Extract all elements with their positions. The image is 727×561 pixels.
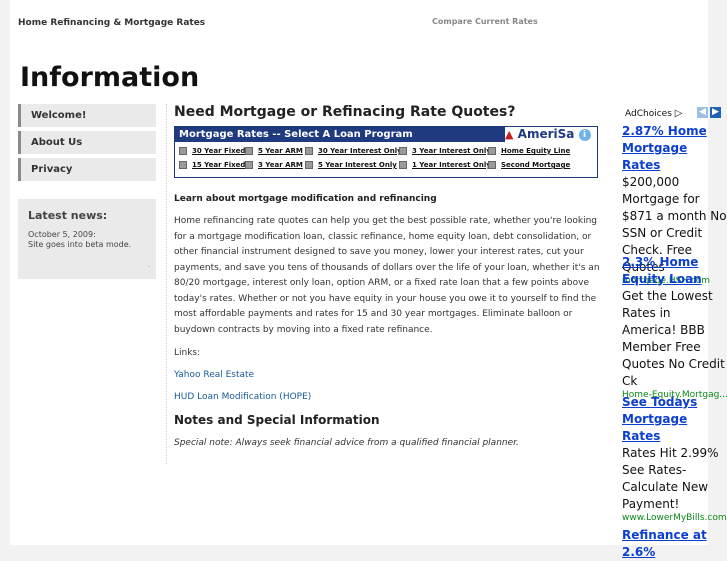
hud-loan-modification-link[interactable]: HUD Loan Modification (HOPE)	[174, 392, 600, 402]
compare-rates-link[interactable]: Compare Current Rates	[432, 17, 538, 26]
adchoices-icon: ▷	[674, 108, 683, 119]
loan-link-home-equity-line[interactable]: Home Equity Line	[488, 147, 570, 155]
ad-info-icon[interactable]: i	[578, 128, 591, 141]
divider	[166, 104, 167, 464]
nav-item-about-us[interactable]: About Us	[18, 131, 156, 154]
links-label: Links:	[174, 348, 201, 358]
loan-link-30-year-interest-only[interactable]: 30 Year Interest Only	[305, 147, 402, 155]
ad-title[interactable]: 2.3% Home Equity Loan	[622, 254, 727, 288]
loan-link-label: 5 Year ARM	[258, 147, 303, 155]
news-heading: Latest news:	[28, 209, 108, 222]
nav-item-welcome[interactable]: Welcome!	[18, 104, 156, 127]
page: Home Refinancing & Mortgage Rates Compar…	[10, 0, 708, 545]
loan-link-3-year-arm[interactable]: 3 Year ARM	[245, 161, 303, 169]
main-heading: Need Mortgage or Refinacing Rate Quotes?	[174, 104, 516, 120]
loan-row-1: 30 Year Fixed 5 Year ARM 30 Year Interes…	[175, 146, 597, 160]
bullet-icon	[179, 161, 187, 169]
sidebar-nav: Welcome! About Us Privacy	[18, 104, 156, 185]
ad-item[interactable]: Refinance at 2.6%	[622, 527, 727, 561]
ad-body: Rates Hit 2.99% See Rates- Calculate New…	[622, 446, 719, 511]
loan-link-label: 30 Year Fixed	[192, 147, 246, 155]
ad-body: Get the Lowest Rates in America! BBB Mem…	[622, 289, 725, 388]
loan-link-5-year-arm[interactable]: 5 Year ARM	[245, 147, 303, 155]
ad-next-arrow-icon[interactable]: ▶	[710, 107, 721, 118]
latest-news-box: Latest news: October 5, 2009: Site goes …	[18, 199, 156, 279]
bullet-icon	[488, 161, 496, 169]
bullet-icon	[245, 161, 253, 169]
loan-link-5-year-interest-only[interactable]: 5 Year Interest Only	[305, 161, 397, 169]
ad-url[interactable]: www.LowerMyBills.com	[622, 513, 727, 523]
special-note: Special note: Always seek financial advi…	[174, 438, 519, 448]
ad-title[interactable]: 2.87% Home Mortgage Rates	[622, 123, 727, 174]
loan-link-label: 1 Year Interest Only	[412, 161, 491, 169]
loan-link-3-year-interest-only[interactable]: 3 Year Interest Only	[399, 147, 491, 155]
loan-link-label: 15 Year Fixed	[192, 161, 246, 169]
ad-item[interactable]: 2.3% Home Equity Loan Get the Lowest Rat…	[622, 254, 727, 400]
loan-widget-header: Mortgage Rates -- Select A Loan Program …	[175, 127, 597, 142]
section-subheading: Learn about mortgage modification and re…	[174, 194, 437, 204]
loan-link-label: 30 Year Interest Only	[318, 147, 402, 155]
bullet-icon	[179, 147, 187, 155]
loan-link-label: 3 Year ARM	[258, 161, 303, 169]
bullet-icon	[245, 147, 253, 155]
intro-paragraph: Home refinancing rate quotes can help yo…	[174, 216, 600, 335]
loan-link-15-year-fixed[interactable]: 15 Year Fixed	[179, 161, 245, 169]
page-title: Information	[20, 62, 200, 93]
brand-text: AmeriSa	[517, 127, 575, 141]
news-date: October 5, 2009:	[28, 230, 96, 239]
nav-item-privacy[interactable]: Privacy	[18, 158, 156, 181]
loan-link-label: 5 Year Interest Only	[318, 161, 397, 169]
loan-link-30-year-fixed[interactable]: 30 Year Fixed	[179, 147, 245, 155]
loan-program-widget: Mortgage Rates -- Select A Loan Program …	[174, 126, 598, 178]
amerisave-logo[interactable]: ▲ AmeriSa i	[505, 127, 597, 142]
loan-widget-title: Mortgage Rates -- Select A Loan Program	[179, 129, 413, 140]
loan-link-1-year-interest-only[interactable]: 1 Year Interest Only	[399, 161, 491, 169]
loan-link-label: 3 Year Interest Only	[412, 147, 491, 155]
ad-title[interactable]: Refinance at 2.6%	[622, 527, 727, 561]
bullet-icon	[305, 161, 313, 169]
yahoo-real-estate-link[interactable]: Yahoo Real Estate	[174, 370, 600, 380]
ad-prev-arrow-icon[interactable]: ◀	[697, 107, 708, 118]
news-text: Site goes into beta mode.	[28, 240, 132, 249]
notes-heading: Notes and Special Information	[174, 413, 380, 427]
news-dot: .	[148, 262, 150, 269]
loan-link-second-mortgage[interactable]: Second Mortgage	[488, 161, 570, 169]
main-content: Need Mortgage or Refinacing Rate Quotes?…	[174, 104, 600, 448]
bullet-icon	[399, 161, 407, 169]
ad-item[interactable]: See Todays Mortgage Rates Rates Hit 2.99…	[622, 394, 727, 523]
adchoices-text: AdChoices	[625, 109, 672, 119]
bullet-icon	[399, 147, 407, 155]
ad-column: AdChoices ▷ ◀ ▶ 2.87% Home Mortgage Rate…	[612, 104, 727, 559]
loan-row-2: 15 Year Fixed 3 Year ARM 5 Year Interest…	[175, 160, 597, 174]
loan-link-label: Second Mortgage	[501, 161, 571, 169]
site-name: Home Refinancing & Mortgage Rates	[18, 18, 206, 28]
house-icon: ▲	[505, 128, 514, 141]
bullet-icon	[305, 147, 313, 155]
ad-title[interactable]: See Todays Mortgage Rates	[622, 394, 727, 445]
adchoices-label[interactable]: AdChoices ▷	[625, 108, 682, 119]
loan-link-label: Home Equity Line	[501, 147, 571, 155]
bullet-icon	[488, 147, 496, 155]
